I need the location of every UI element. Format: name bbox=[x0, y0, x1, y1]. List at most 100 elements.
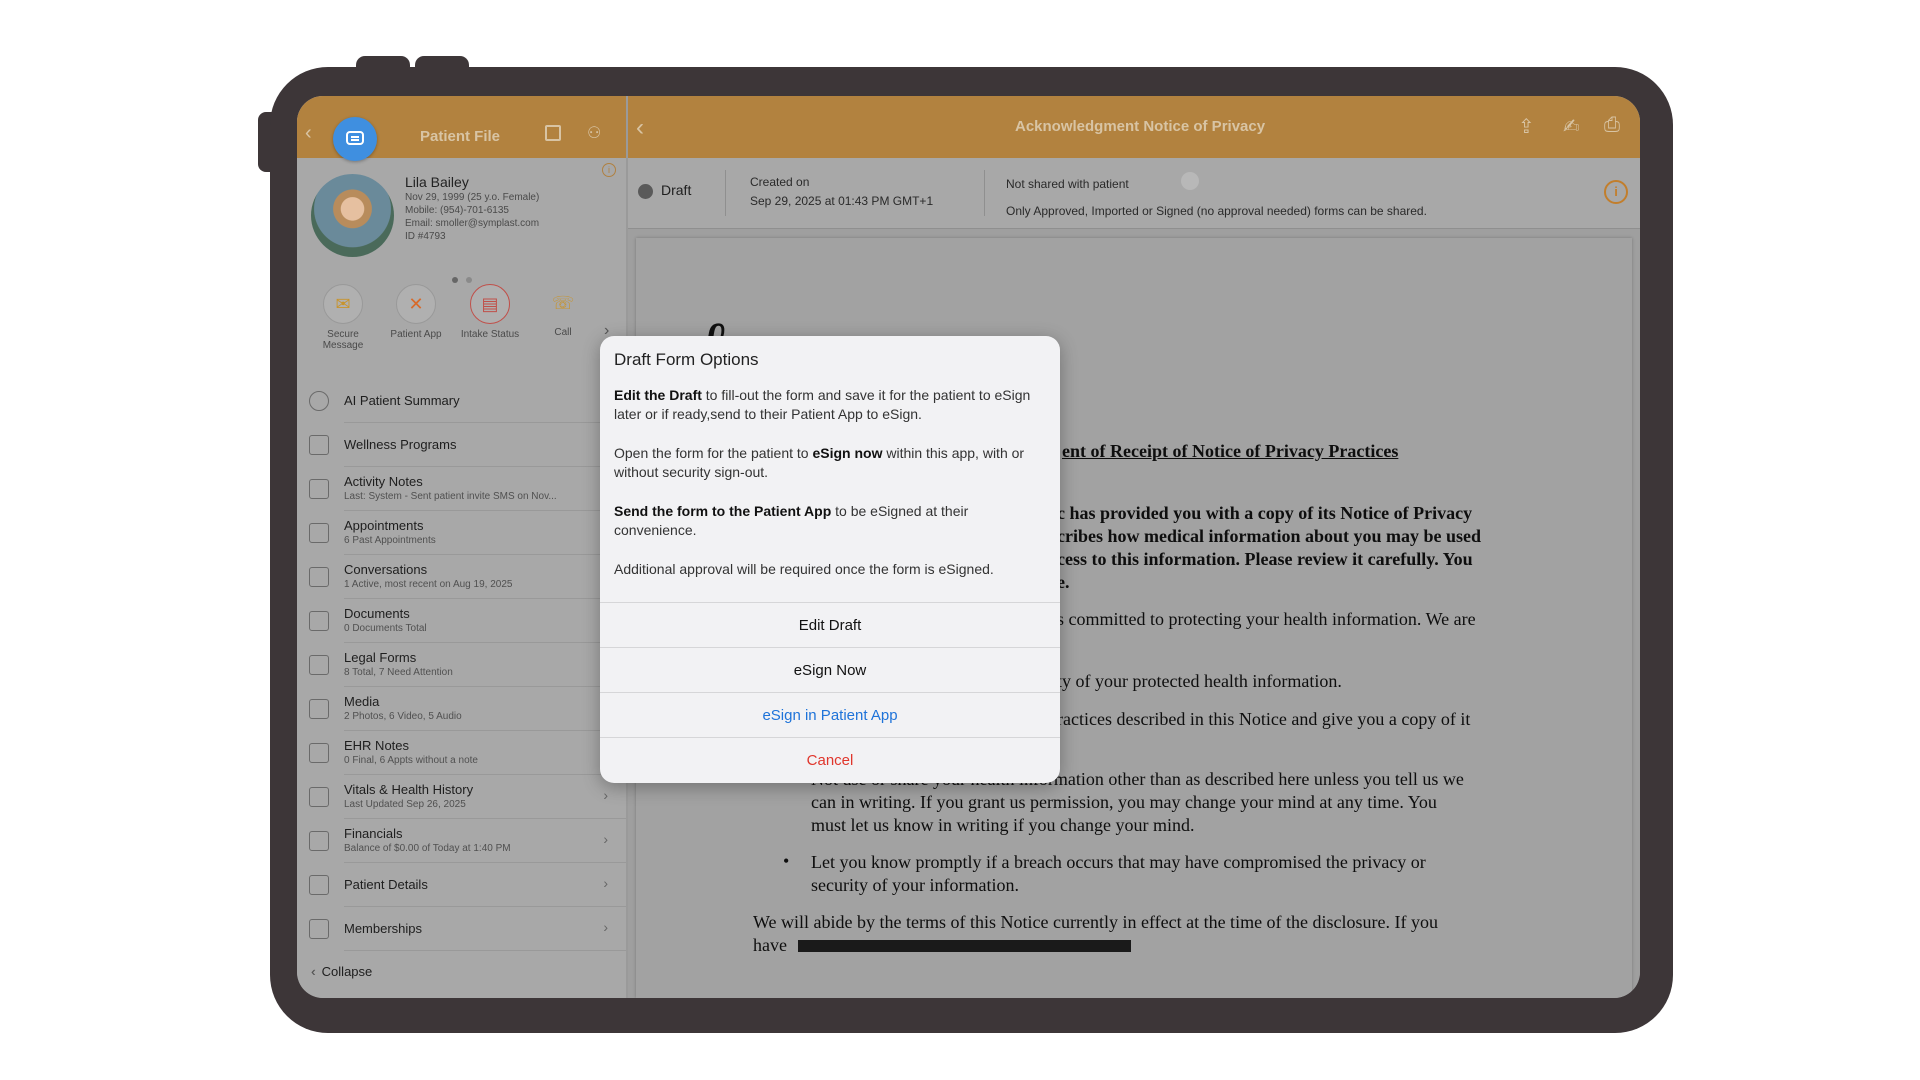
clipboard-icon bbox=[309, 743, 329, 763]
menu-item-ehr-notes[interactable]: EHR Notes 0 Final, 6 Appts without a not… bbox=[297, 731, 626, 775]
doc-line: have bbox=[753, 935, 787, 955]
form-header: ‹ Acknowledgment Notice of Privacy ⇪ ✍ ⎙ bbox=[628, 96, 1640, 158]
menu-item-title: Media bbox=[344, 694, 380, 709]
notes-icon bbox=[309, 479, 329, 499]
edit-draft-button[interactable]: Edit Draft bbox=[600, 602, 1060, 648]
bullet-dot: • bbox=[783, 851, 790, 871]
menu-item-activity-notes[interactable]: Activity Notes Last: System - Sent patie… bbox=[297, 467, 626, 511]
print-icon[interactable]: ⎙ bbox=[1604, 114, 1620, 137]
menu-item-ai-summary[interactable]: AI Patient Summary bbox=[297, 379, 626, 423]
draft-form-options-dialog: Draft Form Options Edit the Draft to fil… bbox=[600, 336, 1060, 783]
action-label: Patient App bbox=[390, 329, 442, 340]
status-dot bbox=[638, 184, 653, 199]
dialog-bold: Send the form to the Patient App bbox=[614, 503, 832, 519]
menu-item-title: Memberships bbox=[344, 921, 423, 936]
back-chevron-icon[interactable]: ‹ bbox=[305, 122, 312, 145]
cancel-button[interactable]: Cancel bbox=[600, 737, 1060, 783]
back-chevron-icon[interactable]: ‹ bbox=[636, 114, 644, 142]
intake-status-action[interactable]: ▤ Intake Status bbox=[458, 284, 522, 340]
menu-item-financials[interactable]: Financials Balance of $0.00 of Today at … bbox=[297, 819, 626, 863]
menu-item-title: Vitals & Health History bbox=[344, 782, 474, 797]
created-info: Created on Sep 29, 2025 at 01:43 PM GMT+… bbox=[750, 173, 933, 211]
dialog-text-send: Send the form to the Patient App to be e… bbox=[614, 502, 1046, 540]
chevron-right-icon: › bbox=[603, 831, 608, 847]
collapse-button[interactable]: ‹‹ Collapse bbox=[311, 964, 372, 979]
dialog-title: Draft Form Options bbox=[614, 350, 759, 369]
avatar bbox=[311, 174, 394, 257]
menu-item-title: Conversations bbox=[344, 562, 428, 577]
chat-bubble-icon[interactable] bbox=[333, 117, 377, 161]
chevron-right-icon: › bbox=[603, 875, 608, 891]
action-label: Call bbox=[554, 327, 572, 338]
dialog-text-esign: Open the form for the patient to eSign n… bbox=[614, 444, 1046, 482]
chevron-right-icon: › bbox=[603, 919, 608, 935]
patient-mobile: Mobile: (954)-701-6135 bbox=[405, 205, 509, 216]
call-action[interactable]: ☏ Call bbox=[531, 284, 595, 339]
photo-icon bbox=[309, 699, 329, 719]
dialog-bold: Edit the Draft bbox=[614, 387, 702, 403]
action-label: Secure Message bbox=[322, 329, 364, 351]
patient-dob: Nov 29, 1999 (25 y.o. Female) bbox=[405, 192, 540, 203]
share-info: Not shared with patient Only Approved, I… bbox=[1006, 172, 1427, 225]
action-label: Intake Status bbox=[460, 329, 520, 340]
menu-item-title: Documents bbox=[344, 606, 410, 621]
shared-note: Only Approved, Imported or Signed (no ap… bbox=[1006, 204, 1427, 218]
user-settings-icon[interactable]: ⚇ bbox=[587, 123, 601, 143]
dialog-text-approval: Additional approval will be required onc… bbox=[614, 561, 994, 577]
doc-line: security of your information. bbox=[811, 875, 1019, 895]
patient-app-icon: ✕ bbox=[396, 284, 436, 324]
conversation-icon bbox=[309, 567, 329, 587]
patient-id: ID #4793 bbox=[405, 231, 446, 242]
status-badge: Draft bbox=[661, 182, 692, 198]
menu-item-subtitle: 8 Total, 7 Need Attention bbox=[344, 667, 453, 678]
menu-item-subtitle: 1 Active, most recent on Aug 19, 2025 bbox=[344, 579, 513, 590]
menu-item-subtitle: Balance of $0.00 of Today at 1:40 PM bbox=[344, 843, 511, 854]
menu-item-patient-details[interactable]: Patient Details › bbox=[297, 863, 626, 907]
share-icon[interactable]: ⇪ bbox=[1518, 114, 1535, 139]
menu-item-documents[interactable]: Documents 0 Documents Total bbox=[297, 599, 626, 643]
info-icon[interactable]: i bbox=[602, 163, 616, 177]
intake-status-icon: ▤ bbox=[470, 284, 510, 324]
patient-name: Lila Bailey bbox=[405, 174, 469, 190]
doc-line: ractices described in this Notice and gi… bbox=[1057, 709, 1471, 729]
vitals-icon bbox=[309, 787, 329, 807]
doc-line: cribes how medical information about you… bbox=[1057, 526, 1482, 546]
doc-line: can in writing. If you grant us permissi… bbox=[811, 792, 1437, 812]
patient-file-panel: ‹ Patient File ⚇ i Lila Bailey Nov 29, 1… bbox=[297, 96, 626, 998]
share-toggle[interactable] bbox=[1181, 172, 1199, 190]
ai-icon bbox=[309, 391, 329, 411]
menu-item-subtitle: 0 Final, 6 Appts without a note bbox=[344, 755, 478, 766]
doc-line: Let you know promptly if a breach occurs… bbox=[811, 852, 1426, 872]
menu-item-memberships[interactable]: Memberships › bbox=[297, 907, 626, 951]
shared-label: Not shared with patient bbox=[1006, 177, 1129, 191]
menu-item-subtitle: 0 Documents Total bbox=[344, 623, 427, 634]
dialog-text: Open the form for the patient to bbox=[614, 445, 813, 461]
menu-item-conversations[interactable]: Conversations 1 Active, most recent on A… bbox=[297, 555, 626, 599]
menu-item-vitals[interactable]: Vitals & Health History Last Updated Sep… bbox=[297, 775, 626, 819]
menu-item-title: Wellness Programs bbox=[344, 437, 457, 452]
menu-item-appointments[interactable]: Appointments 6 Past Appointments bbox=[297, 511, 626, 555]
secure-message-action[interactable]: ✉ Secure Message bbox=[311, 284, 375, 351]
created-value: Sep 29, 2025 at 01:43 PM GMT+1 bbox=[750, 194, 934, 208]
document-icon bbox=[309, 655, 329, 675]
esign-now-button[interactable]: eSign Now bbox=[600, 647, 1060, 693]
double-chevron-left-icon: ‹‹ bbox=[311, 964, 314, 979]
doc-line: cess to this information. Please review … bbox=[1057, 549, 1473, 569]
doc-line: ty of your protected health information. bbox=[1057, 671, 1342, 691]
patient-app-action[interactable]: ✕ Patient App bbox=[384, 284, 448, 340]
menu-item-title: Legal Forms bbox=[344, 650, 417, 665]
menu-item-wellness[interactable]: Wellness Programs bbox=[297, 423, 626, 467]
esign-in-patient-app-button[interactable]: eSign in Patient App bbox=[600, 692, 1060, 738]
doc-line: c has provided you with a copy of its No… bbox=[1057, 503, 1473, 523]
membership-icon bbox=[309, 919, 329, 939]
note-icon[interactable] bbox=[545, 125, 561, 141]
menu-item-title: Patient Details bbox=[344, 877, 428, 892]
menu-item-media[interactable]: Media 2 Photos, 6 Video, 5 Audio bbox=[297, 687, 626, 731]
menu-item-subtitle: Last Updated Sep 26, 2025 bbox=[344, 799, 466, 810]
menu-item-subtitle: 6 Past Appointments bbox=[344, 535, 436, 546]
signature-icon[interactable]: ✍ bbox=[1563, 114, 1580, 139]
menu-item-legal-forms[interactable]: Legal Forms 8 Total, 7 Need Attention bbox=[297, 643, 626, 687]
dialog-text-edit: Edit the Draft to fill-out the form and … bbox=[614, 386, 1046, 424]
info-icon[interactable]: i bbox=[1604, 180, 1628, 204]
menu-item-title: AI Patient Summary bbox=[344, 393, 460, 408]
